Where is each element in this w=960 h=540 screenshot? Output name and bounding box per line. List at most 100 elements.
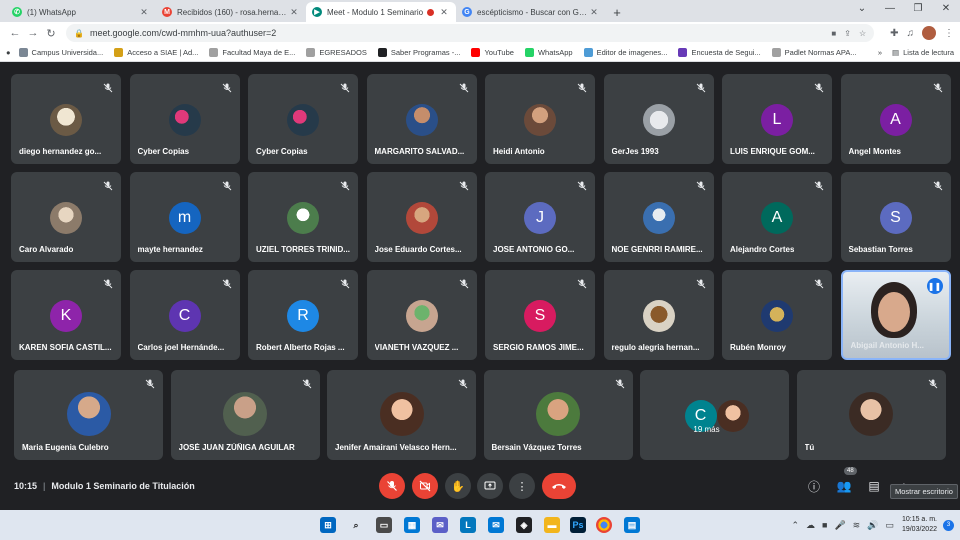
- participant-tile[interactable]: A Alejandro Cortes: [722, 172, 832, 262]
- participant-tile[interactable]: Cyber Copias: [248, 74, 358, 164]
- meeting-details-button[interactable]: ⓘ: [806, 478, 822, 495]
- participant-tile[interactable]: Jenifer Amairani Velasco Hern...: [327, 370, 476, 460]
- maximize-button[interactable]: ❐: [904, 0, 932, 20]
- back-button[interactable]: ←: [6, 27, 24, 39]
- forward-button[interactable]: →: [24, 27, 42, 39]
- close-tab-icon[interactable]: ✕: [138, 7, 150, 18]
- extensions-icon[interactable]: ✚: [890, 28, 898, 39]
- browser-tab[interactable]: M Recibidos (160) - rosa.hernandez ✕: [156, 2, 306, 22]
- participant-tile[interactable]: A Angel Montes: [840, 74, 951, 164]
- participant-tile[interactable]: Bersain Vázquez Torres: [483, 370, 633, 460]
- battery-icon[interactable]: ▭: [885, 520, 894, 531]
- onedrive-icon[interactable]: ☁: [806, 520, 815, 531]
- participant-tile[interactable]: K KAREN SOFIA CASTIL...: [11, 270, 121, 360]
- teams-chat-icon[interactable]: ✉: [432, 517, 448, 533]
- participant-tile[interactable]: MARGARITO SALVAD...: [366, 74, 477, 164]
- participant-tile[interactable]: Caro Alvarado: [11, 172, 121, 262]
- camera-tray-icon[interactable]: ■: [822, 520, 827, 530]
- participant-tile[interactable]: S Sebastian Torres: [840, 172, 951, 262]
- camera-off-button[interactable]: [412, 473, 438, 499]
- profile-avatar[interactable]: [922, 26, 936, 40]
- participant-tile[interactable]: JOSÉ JUAN ZÚÑIGA AGUILAR: [170, 370, 320, 460]
- participant-tile[interactable]: C 19 más: [640, 370, 789, 460]
- photoshop-icon[interactable]: Ps: [570, 517, 586, 533]
- bookmark-item[interactable]: WhatsApp: [524, 48, 573, 57]
- participant-tile[interactable]: UZIEL TORRES TRINID...: [248, 172, 358, 262]
- bookmark-item[interactable]: Padlet Normas APA...: [771, 48, 857, 57]
- participant-tile[interactable]: ❚❚ Abigail Antonio H...: [840, 270, 951, 360]
- participant-tile[interactable]: S SERGIO RAMOS JIME...: [485, 270, 595, 360]
- notification-badge[interactable]: 3: [943, 519, 954, 531]
- new-tab-button[interactable]: +: [606, 2, 628, 22]
- bookmark-item[interactable]: Facultad Maya de E...: [209, 48, 295, 57]
- microphone-tray-icon[interactable]: 🎤: [834, 520, 845, 531]
- close-tab-icon[interactable]: ✕: [288, 7, 300, 18]
- mic-off-button[interactable]: [379, 473, 405, 499]
- participant-tile[interactable]: Tú: [796, 370, 946, 460]
- reading-list-icon[interactable]: ▤: [892, 48, 899, 57]
- participant-tile[interactable]: Maria Eugenia Culebro: [14, 370, 163, 460]
- present-screen-button[interactable]: [477, 473, 503, 499]
- participant-tile[interactable]: regulo alegria hernan...: [603, 270, 714, 360]
- participant-tile[interactable]: Heidi Antonio: [485, 74, 595, 164]
- participant-tile[interactable]: m mayte hernandez: [129, 172, 240, 262]
- photos-icon[interactable]: ◈: [516, 517, 532, 533]
- address-bar[interactable]: 🔒 meet.google.com/cwd-mmhm-uua?authuser=…: [66, 24, 875, 42]
- bookmark-item[interactable]: Saber Programas -...: [377, 48, 460, 57]
- close-tab-icon[interactable]: ✕: [438, 7, 450, 18]
- file-explorer-icon[interactable]: ▬: [544, 517, 560, 533]
- participant-tile[interactable]: GerJes 1993: [603, 74, 714, 164]
- bookmark-item[interactable]: Campus Universida...: [18, 48, 103, 57]
- windows-start-icon[interactable]: ⊞: [320, 517, 336, 533]
- wifi-icon[interactable]: ≋: [853, 520, 861, 531]
- bookmark-item[interactable]: Editor de imagenes...: [583, 48, 667, 57]
- participant-tile[interactable]: Rubén Monroy: [722, 270, 832, 360]
- chat-button[interactable]: ▤: [866, 479, 882, 493]
- bookmarks-more-button[interactable]: »: [878, 48, 882, 57]
- raise-hand-button[interactable]: ✋: [445, 473, 471, 499]
- menu-icon[interactable]: ⋮: [944, 28, 954, 39]
- bookmark-item[interactable]: Encuesta de Segui...: [678, 48, 761, 57]
- participant-tile[interactable]: Jose Eduardo Cortes...: [366, 172, 477, 262]
- participant-tile[interactable]: L LUIS ENRIQUE GOM...: [722, 74, 832, 164]
- participant-tile[interactable]: J JOSE ANTONIO GO...: [485, 172, 595, 262]
- participant-tile[interactable]: C Carlos joel Hernánde...: [129, 270, 240, 360]
- chevron-down-icon[interactable]: ⌄: [848, 0, 876, 20]
- reading-list-button[interactable]: Lista de lectura: [903, 48, 954, 57]
- bookmark-item[interactable]: EGRESADOS: [306, 48, 367, 57]
- browser-tab[interactable]: ✆ (1) WhatsApp ✕: [6, 2, 156, 22]
- chrome-icon[interactable]: [596, 517, 612, 533]
- participant-tile[interactable]: VIANETH VAZQUEZ ...: [366, 270, 477, 360]
- system-clock[interactable]: 10:15 a. m. 19/03/2022: [902, 515, 937, 535]
- more-options-button[interactable]: ⋮: [509, 473, 535, 499]
- media-icon[interactable]: ♫: [907, 28, 915, 39]
- leave-call-button[interactable]: [542, 473, 576, 499]
- lock-icon[interactable]: 🔒: [74, 29, 84, 38]
- participant-tile[interactable]: diego hernandez go...: [11, 74, 121, 164]
- minimize-button[interactable]: —: [876, 0, 904, 20]
- camera-in-use-icon[interactable]: ■: [831, 29, 836, 38]
- task-view-icon[interactable]: ▭: [376, 517, 392, 533]
- browser-tab[interactable]: Gescépticismo - Buscar con Google ✕: [456, 2, 606, 22]
- volume-icon[interactable]: 🔊: [867, 520, 878, 531]
- participant-tile[interactable]: Cyber Copias: [129, 74, 240, 164]
- reload-button[interactable]: ↻: [42, 27, 60, 40]
- close-tab-icon[interactable]: ✕: [588, 7, 600, 18]
- bookmark-favicon-icon: [471, 48, 481, 57]
- participant-tile[interactable]: NOE GENRRI RAMIRE...: [603, 172, 714, 262]
- widgets-icon[interactable]: ▦: [404, 517, 420, 533]
- mail-icon[interactable]: ✉: [488, 517, 504, 533]
- share-icon[interactable]: ⇪: [844, 29, 851, 38]
- apps-icon[interactable]: ●: [6, 48, 11, 57]
- bookmark-star-icon[interactable]: ☆: [859, 29, 866, 38]
- show-hidden-icons-icon[interactable]: ⌃: [791, 520, 799, 531]
- bookmark-item[interactable]: Acceso a SIAE | Ad...: [114, 48, 198, 57]
- close-window-button[interactable]: ✕: [932, 0, 960, 20]
- participant-tile[interactable]: R Robert Alberto Rojas ...: [248, 270, 358, 360]
- store-icon[interactable]: ▤: [624, 517, 640, 533]
- bookmark-item[interactable]: YouTube: [471, 48, 514, 57]
- browser-tab[interactable]: ▶ Meet - Modulo 1 Seminario ✕: [306, 2, 456, 22]
- people-button[interactable]: 👥: [836, 479, 852, 493]
- classroom-icon[interactable]: L: [460, 517, 476, 533]
- search-icon[interactable]: ⌕: [348, 517, 364, 533]
